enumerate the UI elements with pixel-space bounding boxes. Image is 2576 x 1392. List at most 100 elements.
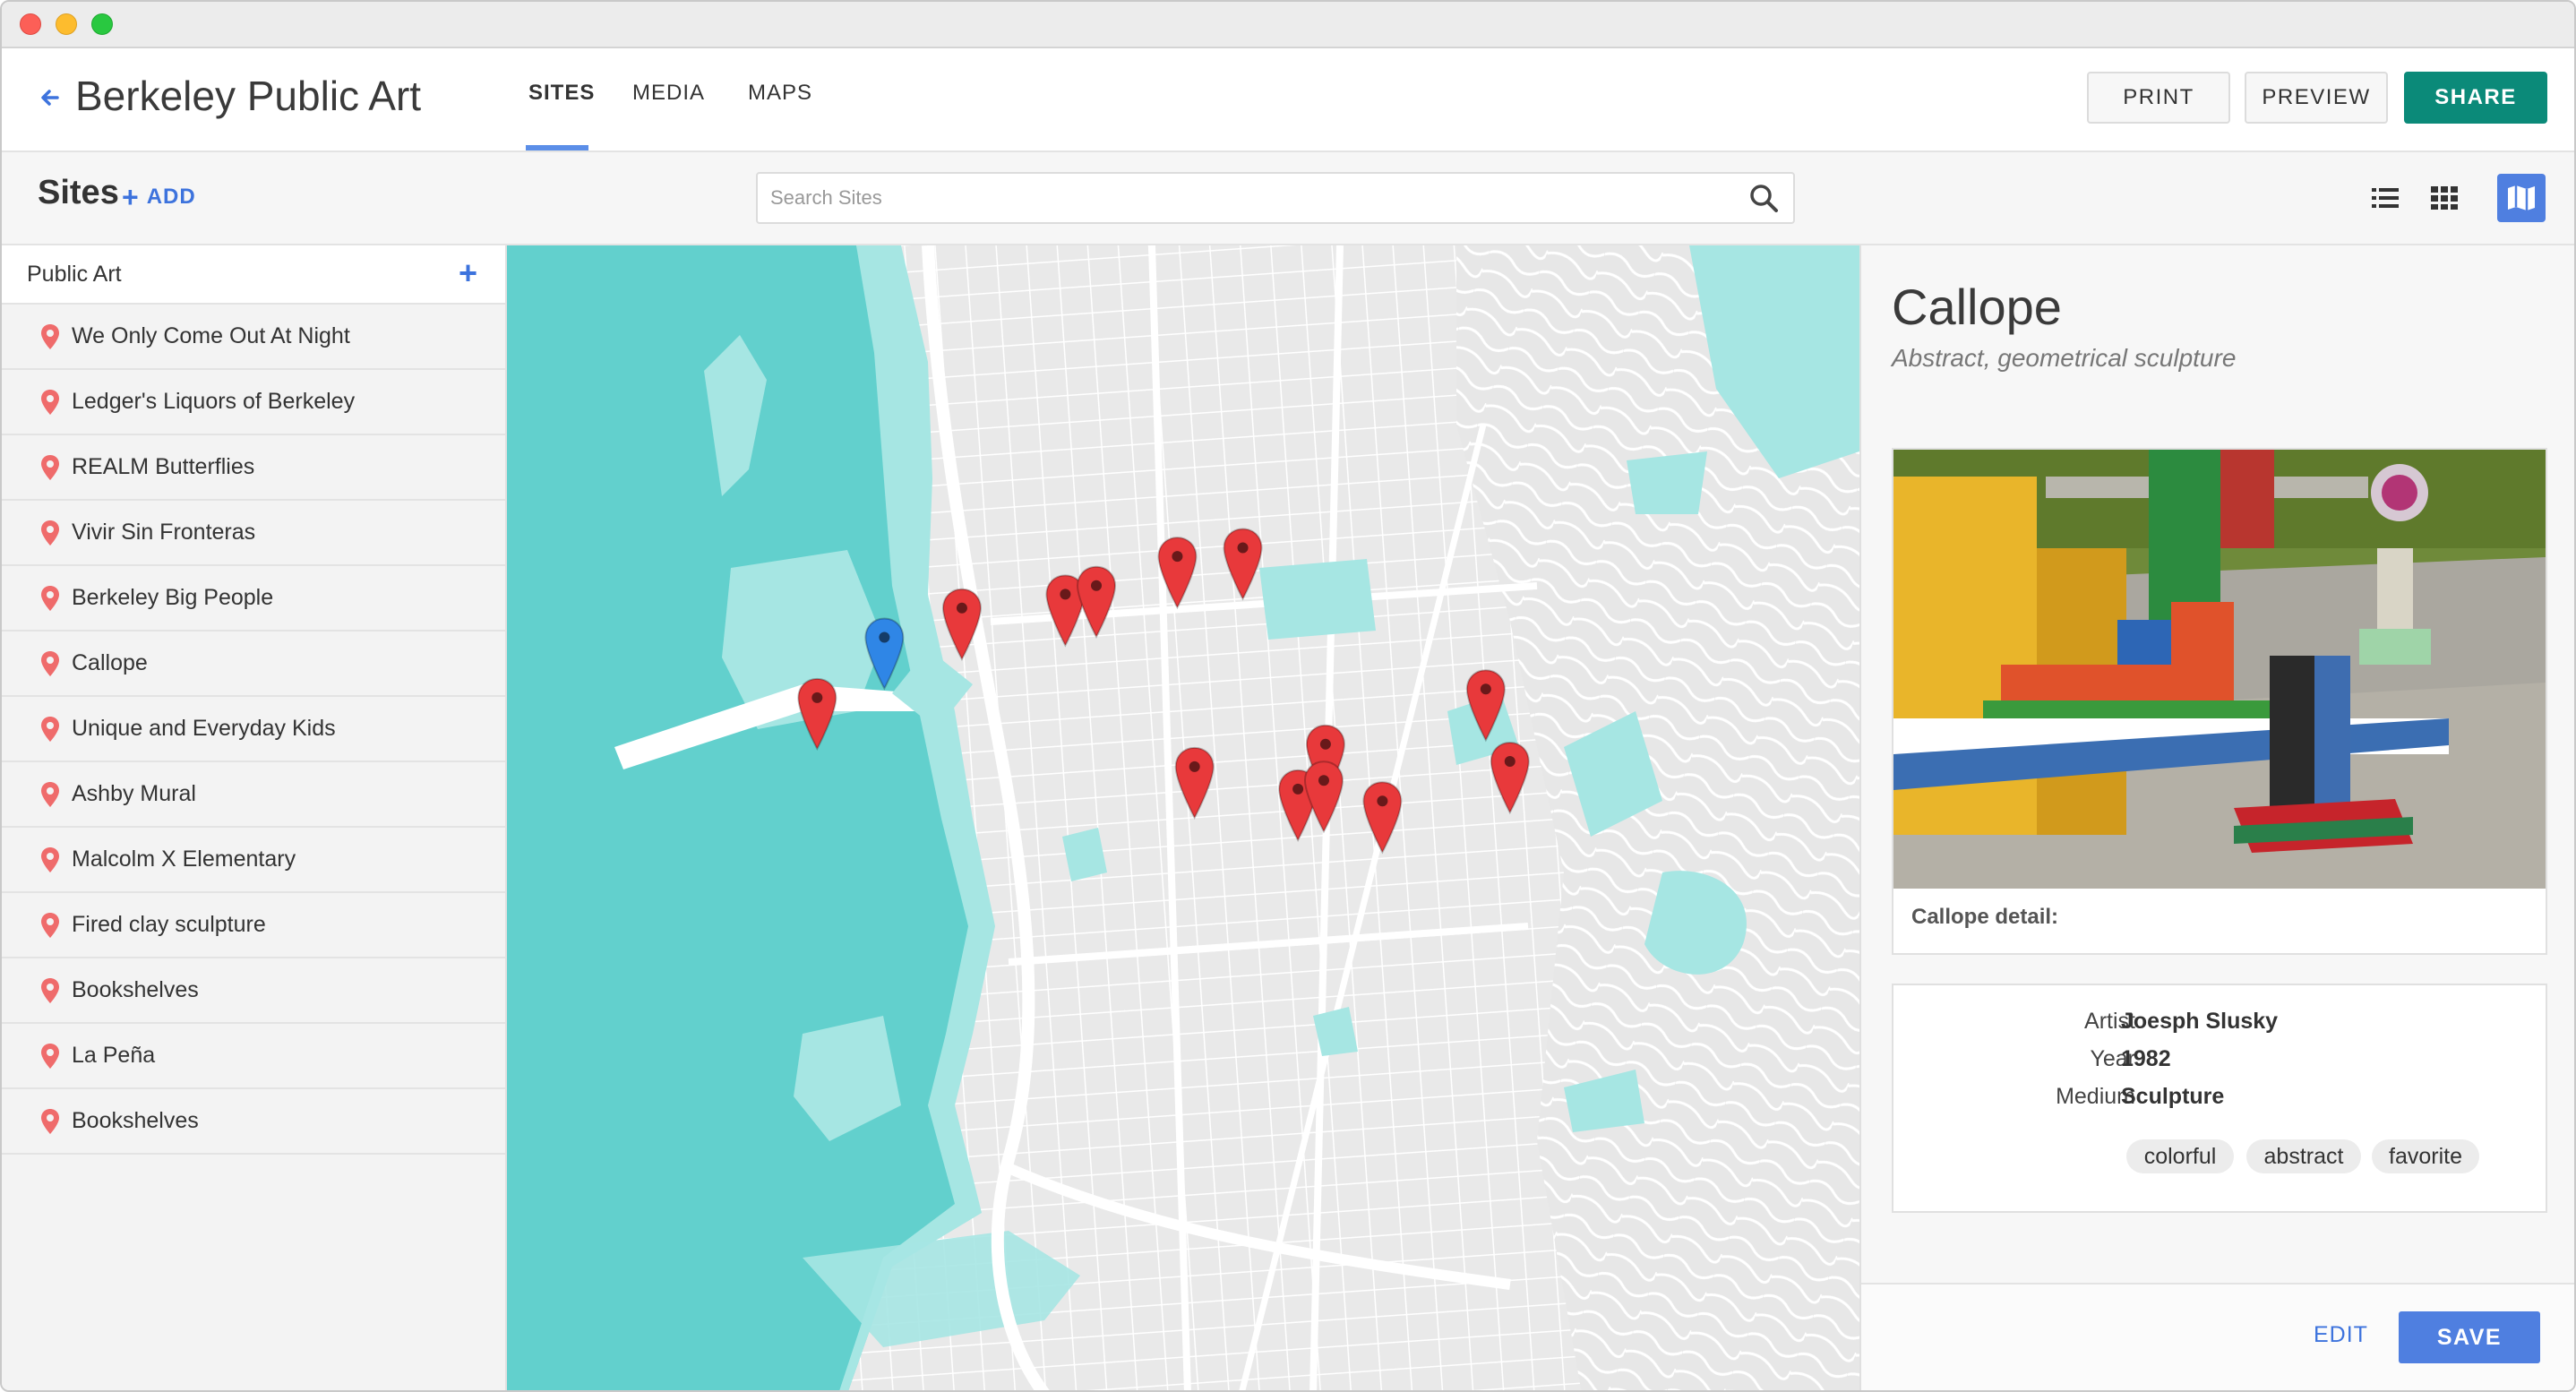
arrow-left-icon[interactable] [38, 86, 61, 109]
share-button[interactable]: SHARE [2404, 72, 2547, 124]
map-markers [797, 528, 1530, 855]
map-marker-icon[interactable] [797, 677, 837, 752]
add-site-label: ADD [146, 185, 196, 209]
list-view-icon[interactable] [2361, 174, 2409, 222]
site-item-label: Bookshelves [72, 977, 199, 1002]
site-photo-card: Callope detail: [1892, 448, 2547, 955]
sculpture-photo[interactable] [1893, 450, 2546, 889]
window-titlebar [2, 2, 2574, 48]
meta-value: Joesph Slusky [2121, 1009, 2279, 1034]
sites-toolbar: Sites + ADD [2, 152, 2574, 245]
map-pin-icon [41, 716, 59, 742]
site-item-label: Bookshelves [72, 1108, 199, 1133]
group-label: Public Art [27, 262, 122, 287]
map-pin-icon [41, 1108, 59, 1134]
site-item-label: Vivir Sin Fronteras [72, 520, 256, 545]
search-sites-input[interactable] [756, 172, 1795, 224]
site-item-label: La Peña [72, 1043, 156, 1068]
site-item-label: Fired clay sculpture [72, 912, 266, 937]
selected-map-marker-icon[interactable] [864, 617, 905, 691]
tag-chip[interactable]: abstract [2246, 1139, 2361, 1173]
zoom-window-button[interactable] [91, 13, 113, 35]
site-item-label: Malcolm X Elementary [72, 846, 296, 872]
add-to-group-icon[interactable]: + [459, 254, 477, 292]
site-title: Callope [1892, 279, 2062, 335]
map-pin-icon [41, 389, 59, 415]
map-marker-icon[interactable] [1174, 746, 1215, 820]
edit-button[interactable]: EDIT [2314, 1322, 2368, 1348]
sidebar-site-item[interactable]: Malcolm X Elementary [2, 828, 505, 893]
site-list: We Only Come Out At Night Ledger's Liquor… [2, 305, 505, 1155]
site-metadata-card: Artist Joesph Slusky Year 1982 Medium Sc… [1892, 984, 2547, 1213]
map-pin-icon [41, 977, 59, 1003]
sidebar-site-item[interactable]: Bookshelves [2, 958, 505, 1024]
sidebar-site-item[interactable]: Fired clay sculpture [2, 893, 505, 958]
sidebar-site-item[interactable]: Vivir Sin Fronteras [2, 501, 505, 566]
sidebar-site-item[interactable]: Bookshelves [2, 1089, 505, 1155]
meta-value: 1982 [2121, 1046, 2171, 1071]
map-marker-icon[interactable] [941, 588, 982, 661]
app-header: Berkeley Public Art SITES MEDIA MAPS PRI… [2, 48, 2574, 152]
site-item-label: We Only Come Out At Night [72, 323, 350, 348]
photo-caption: Callope detail: [1911, 905, 2059, 929]
sites-heading: Sites [38, 174, 119, 211]
map-pin-icon [41, 520, 59, 546]
tab-maps[interactable]: MAPS [748, 81, 812, 106]
sidebar-site-item[interactable]: Ashby Mural [2, 762, 505, 828]
app-window: Berkeley Public Art SITES MEDIA MAPS PRI… [0, 0, 2576, 1392]
add-site-button[interactable]: + ADD [122, 181, 196, 213]
site-item-label: Berkeley Big People [72, 585, 274, 610]
sidebar-site-item[interactable]: Unique and Everyday Kids [2, 697, 505, 762]
map-view-icon[interactable] [2497, 174, 2546, 222]
active-tab-indicator [526, 145, 588, 150]
map-marker-icon[interactable] [1303, 760, 1344, 834]
sidebar-site-item[interactable]: Berkeley Big People [2, 566, 505, 632]
site-item-label: Unique and Everyday Kids [72, 716, 336, 741]
project-title: Berkeley Public Art [75, 73, 422, 119]
print-button[interactable]: PRINT [2087, 72, 2230, 124]
sidebar-site-item[interactable]: We Only Come Out At Night [2, 305, 505, 370]
sidebar-site-item[interactable]: REALM Butterflies [2, 435, 505, 501]
map-marker-icon[interactable] [1157, 537, 1198, 610]
map-pin-icon [41, 1043, 59, 1069]
grid-view-icon[interactable] [2420, 174, 2469, 222]
map-marker-icon[interactable] [1223, 528, 1263, 601]
sidebar-site-item[interactable]: Callope [2, 632, 505, 697]
map-pin-icon [41, 585, 59, 611]
map-pin-icon [41, 454, 59, 480]
plus-icon: + [122, 181, 140, 213]
meta-row-medium: Medium Sculpture [1893, 1084, 2546, 1120]
site-item-label: Ledger's Liquors of Berkeley [72, 389, 356, 414]
tab-media[interactable]: MEDIA [632, 81, 705, 106]
site-subtitle: Abstract, geometrical sculpture [1892, 344, 2237, 372]
detail-footer: EDIT SAVE [1861, 1283, 2574, 1390]
meta-value: Sculpture [2121, 1084, 2225, 1109]
site-item-label: Ashby Mural [72, 781, 196, 806]
map-marker-icon[interactable] [1465, 669, 1506, 743]
preview-button[interactable]: PREVIEW [2245, 72, 2388, 124]
tag-chip[interactable]: favorite [2372, 1139, 2479, 1173]
site-detail-panel: Callope Abstract, geometrical sculpture [1859, 245, 2574, 1390]
map-view[interactable] [507, 245, 1859, 1390]
map-marker-icon[interactable] [1077, 565, 1117, 639]
map-pin-icon [41, 323, 59, 349]
map-pin-icon [41, 781, 59, 807]
map-pin-icon [41, 650, 59, 676]
meta-row-year: Year 1982 [1893, 1046, 2546, 1082]
meta-row-artist: Artist Joesph Slusky [1893, 1009, 2546, 1044]
save-button[interactable]: SAVE [2399, 1311, 2540, 1363]
tag-chip[interactable]: colorful [2126, 1139, 2234, 1173]
sidebar-site-item[interactable]: Ledger's Liquors of Berkeley [2, 370, 505, 435]
map-marker-icon[interactable] [1362, 781, 1403, 855]
site-item-label: REALM Butterflies [72, 454, 255, 479]
search-icon[interactable] [1748, 183, 1779, 213]
map-marker-icon[interactable] [1490, 742, 1530, 815]
map-pin-icon [41, 846, 59, 872]
site-item-label: Callope [72, 650, 148, 675]
tab-sites[interactable]: SITES [528, 81, 595, 106]
site-group-header[interactable]: Public Art + [2, 245, 505, 305]
sites-sidebar: Public Art + We Only Come Out At Night Le… [2, 245, 507, 1390]
sidebar-site-item[interactable]: La Peña [2, 1024, 505, 1089]
minimize-window-button[interactable] [56, 13, 77, 35]
close-window-button[interactable] [20, 13, 41, 35]
